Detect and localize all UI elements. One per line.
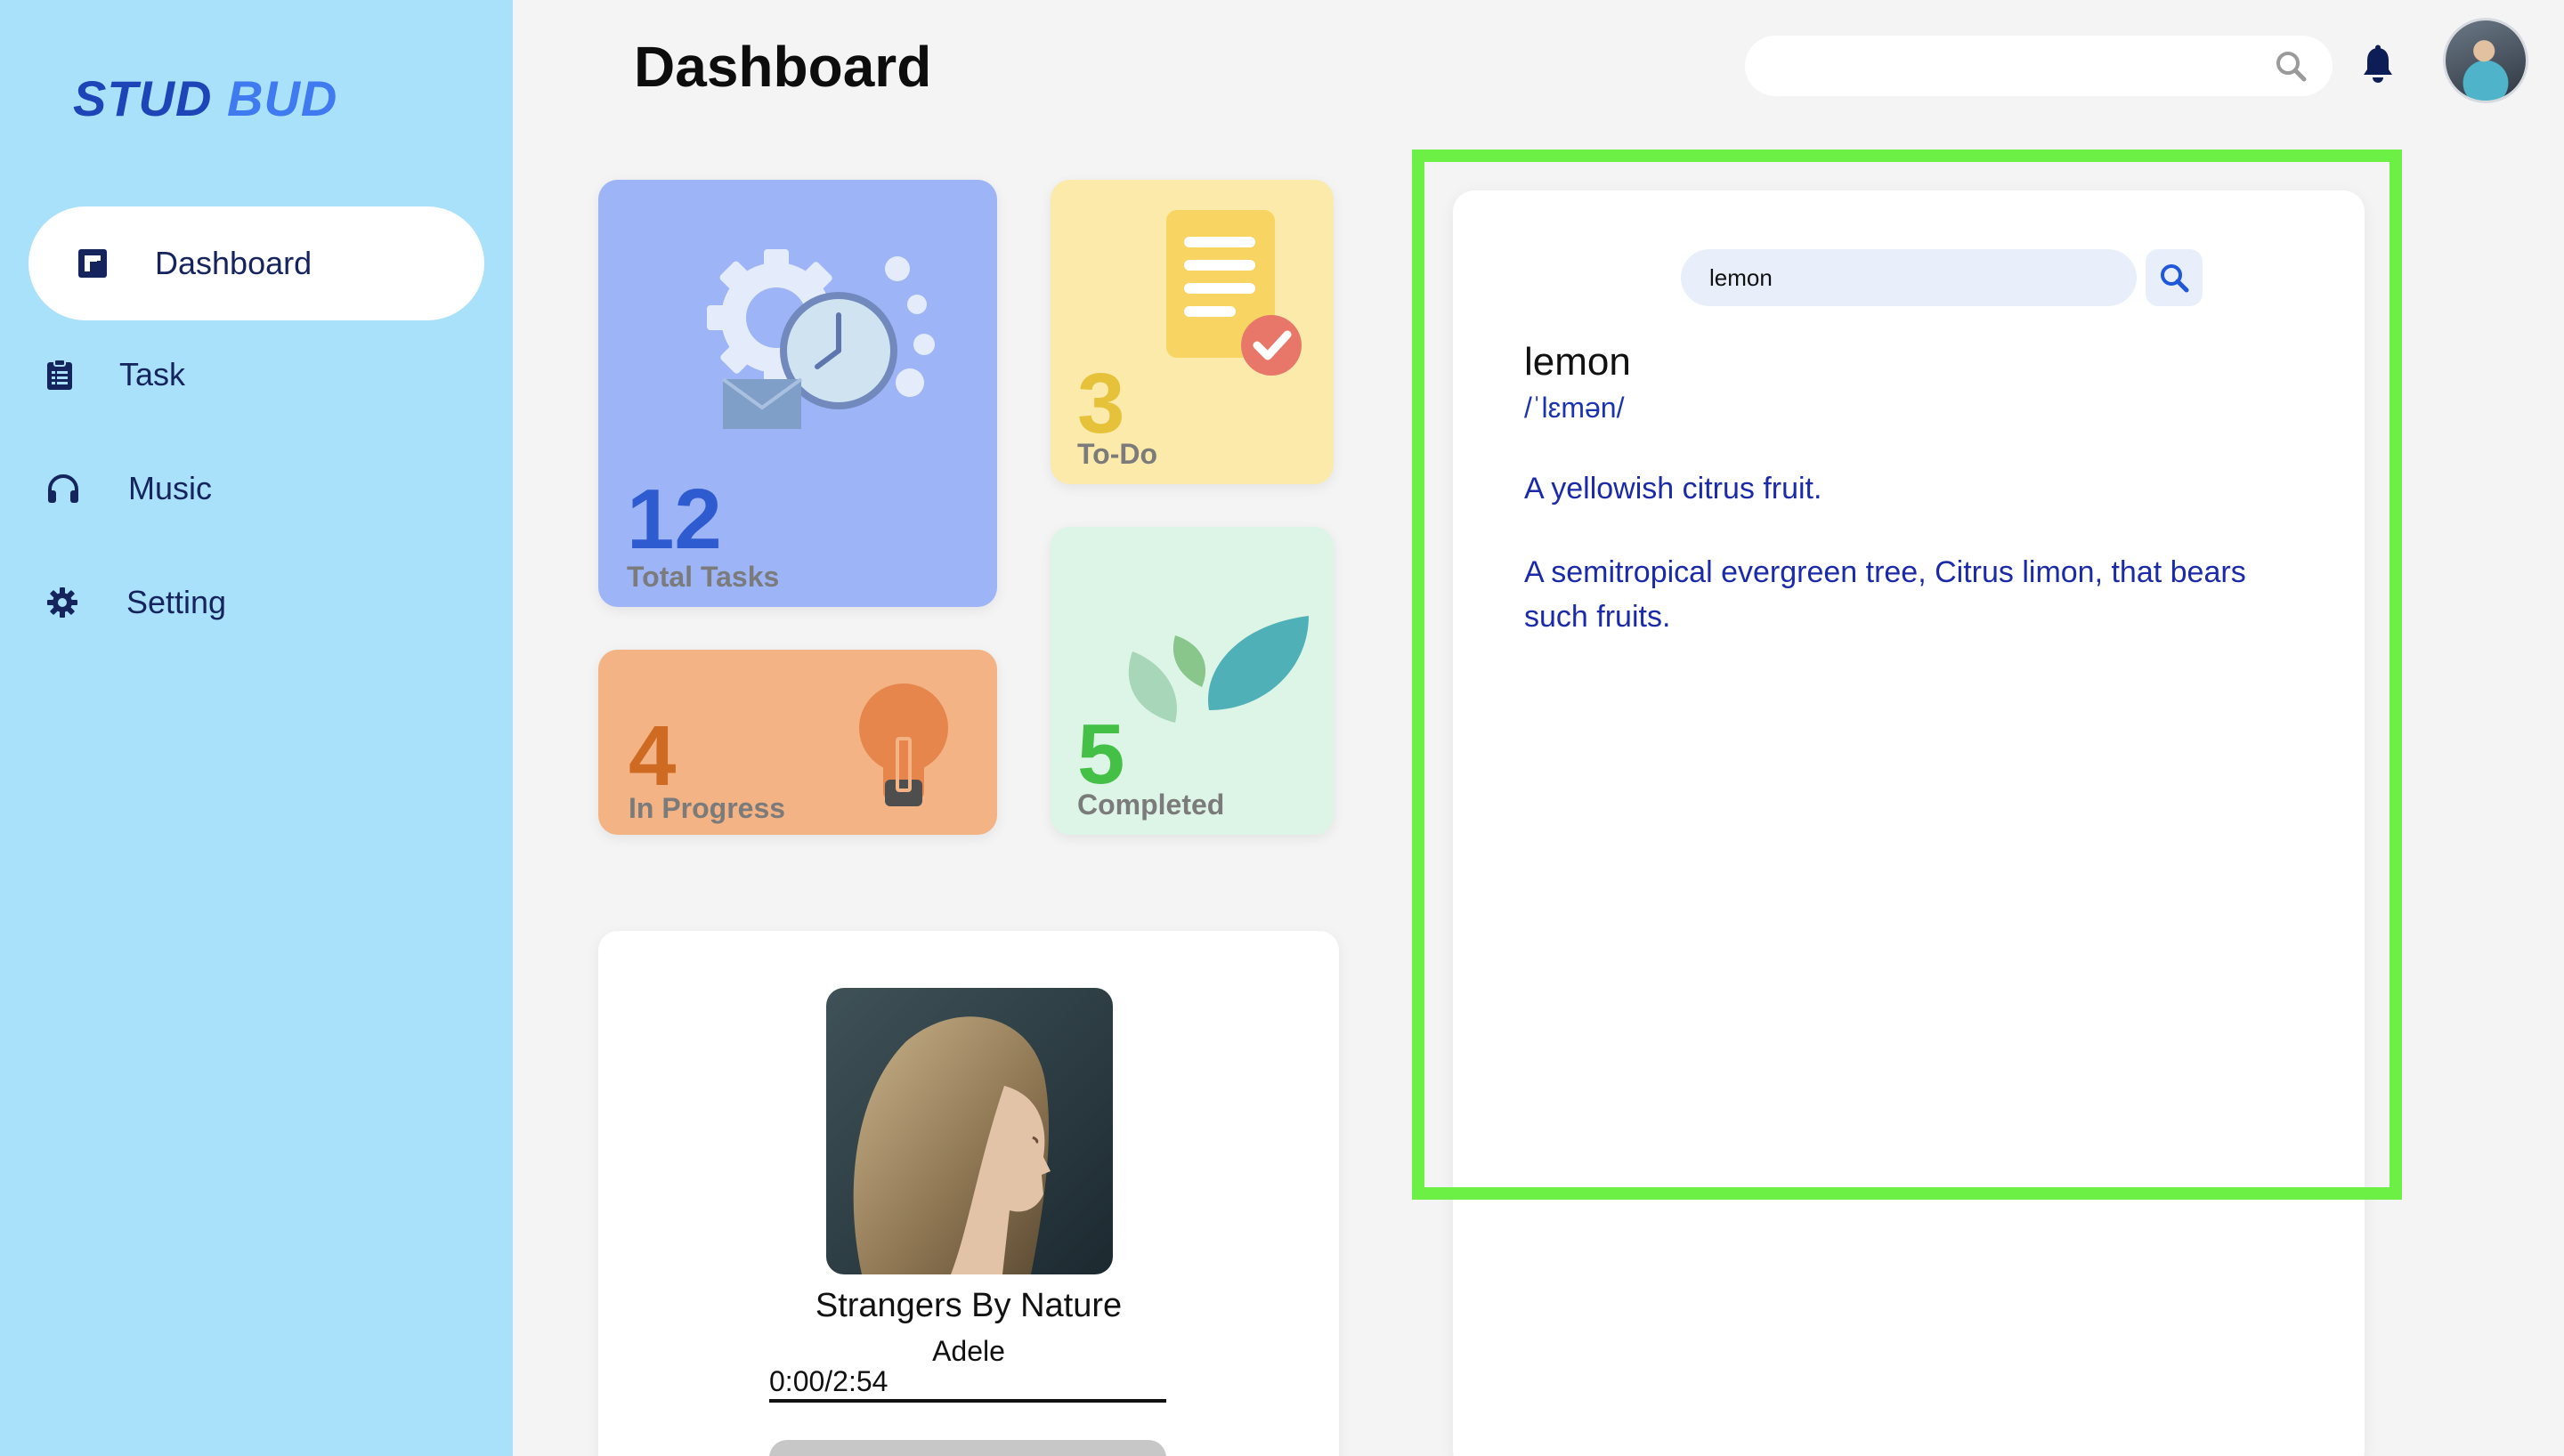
- sidebar-item-dashboard[interactable]: Dashboard: [28, 206, 484, 320]
- play-button[interactable]: [769, 1440, 1166, 1456]
- search-icon: [2158, 262, 2190, 294]
- song-title: Strangers By Nature: [815, 1287, 1123, 1324]
- todo-label: To-Do: [1077, 438, 1158, 470]
- completed-label: Completed: [1077, 789, 1225, 821]
- album-cover-image: [826, 988, 1113, 1274]
- total-tasks-count: 12: [627, 472, 722, 567]
- song-artist: Adele: [932, 1335, 1005, 1367]
- sidebar-item-label: Setting: [126, 584, 227, 620]
- dictionary-word: lemon: [1524, 340, 1631, 384]
- todo-card[interactable]: 3 To-Do: [1051, 180, 1334, 484]
- bell-icon[interactable]: [2361, 44, 2395, 88]
- song-time: 0:00/2:54: [769, 1365, 888, 1397]
- app-logo[interactable]: STUD BUD: [73, 69, 337, 127]
- dictionary-definitions: A yellowish citrus fruit. A semitropical…: [1524, 466, 2308, 678]
- todo-count: 3: [1077, 356, 1125, 451]
- definition-item: A semitropical evergreen tree, Citrus li…: [1524, 555, 2246, 634]
- sidebar-item-music[interactable]: Music: [46, 470, 212, 507]
- sidebar: STUD BUD Dashboard Task Music Setting: [0, 0, 513, 1456]
- headphones-icon: [46, 473, 80, 504]
- logo-part-2: BUD: [227, 70, 338, 126]
- in-progress-card[interactable]: 4 In Progress: [598, 650, 997, 835]
- document-check-illustration: [1157, 206, 1318, 389]
- dictionary-search-button[interactable]: [2146, 249, 2203, 306]
- song-progress-bar[interactable]: [769, 1399, 1166, 1403]
- avatar[interactable]: [2443, 18, 2528, 103]
- lightbulb-illustration: [855, 676, 953, 823]
- definition-item: A yellowish citrus fruit.: [1524, 472, 1822, 506]
- in-progress-label: In Progress: [629, 792, 786, 824]
- dictionary-panel: lemon /ˈlɛmən/ A yellowish citrus fruit.…: [1453, 190, 2365, 1456]
- in-progress-count: 4: [629, 708, 677, 804]
- gear-icon: [46, 586, 78, 619]
- sidebar-item-setting[interactable]: Setting: [46, 584, 226, 621]
- logo-part-1: STUD: [73, 70, 213, 126]
- music-player-card: Strangers By Nature Adele 0:00/2:54: [598, 931, 1339, 1456]
- sidebar-item-label: Music: [128, 470, 213, 506]
- sidebar-item-label: Dashboard: [155, 245, 312, 281]
- total-tasks-card[interactable]: 12 Total Tasks: [598, 180, 997, 607]
- dictionary-phonetic: /ˈlɛmən/: [1524, 392, 1625, 424]
- dictionary-search-input[interactable]: [1681, 249, 2137, 306]
- sidebar-item-task[interactable]: Task: [46, 356, 185, 393]
- leaves-illustration: [1113, 589, 1318, 736]
- total-tasks-label: Total Tasks: [627, 561, 780, 593]
- sidebar-item-label: Task: [119, 356, 186, 392]
- gear-clock-illustration: [687, 233, 954, 442]
- dashboard-icon: [77, 247, 109, 279]
- page-title: Dashboard: [634, 35, 932, 99]
- top-search-input[interactable]: [1745, 36, 2274, 96]
- completed-card[interactable]: 5 Completed: [1051, 527, 1334, 835]
- top-search-bar[interactable]: [1745, 36, 2333, 96]
- completed-count: 5: [1077, 707, 1125, 802]
- search-icon[interactable]: [2274, 49, 2308, 83]
- clipboard-icon: [46, 359, 73, 391]
